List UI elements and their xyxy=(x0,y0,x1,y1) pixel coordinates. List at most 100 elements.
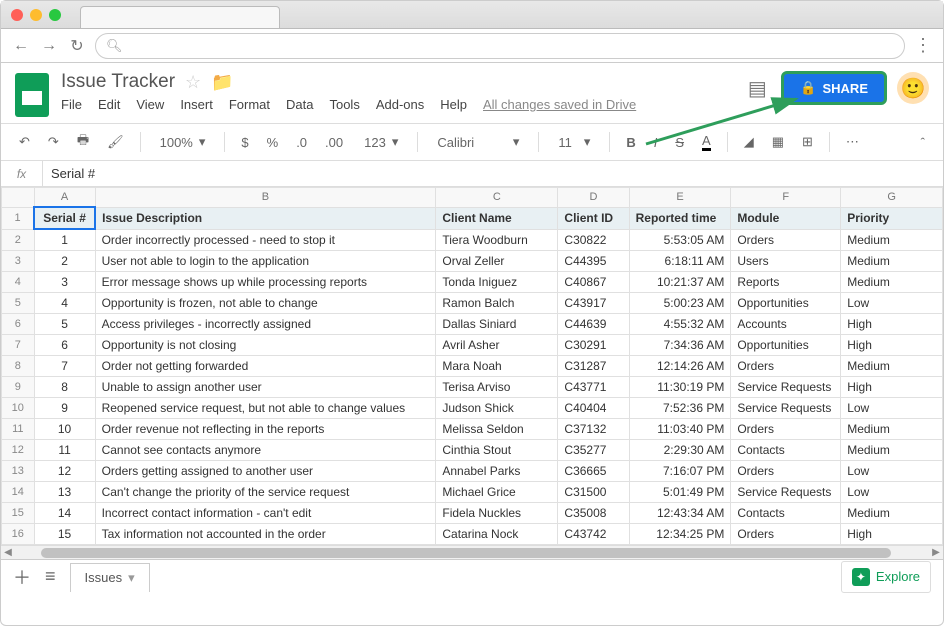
cell[interactable]: C36665 xyxy=(558,461,629,482)
row-header[interactable]: 1 xyxy=(2,207,35,229)
row-header[interactable]: 15 xyxy=(2,503,35,524)
sheet-tab[interactable]: Issues ▾ xyxy=(70,563,150,592)
cell[interactable]: Orders xyxy=(731,524,841,545)
row-header[interactable]: 16 xyxy=(2,524,35,545)
document-title[interactable]: Issue Tracker xyxy=(61,71,175,93)
col-header[interactable]: B xyxy=(95,188,436,208)
cell[interactable]: 9 xyxy=(34,398,95,419)
fill-color-button[interactable]: ◢ xyxy=(738,130,760,154)
cell[interactable]: 12:14:26 AM xyxy=(629,356,731,377)
cell[interactable]: Service Requests xyxy=(731,398,841,419)
cell[interactable]: C43917 xyxy=(558,293,629,314)
menu-edit[interactable]: Edit xyxy=(98,97,120,112)
cell[interactable]: C35277 xyxy=(558,440,629,461)
scrollbar-thumb[interactable] xyxy=(41,548,891,558)
cell[interactable]: Error message shows up while processing … xyxy=(95,272,436,293)
col-header[interactable]: D xyxy=(558,188,629,208)
decrease-decimal-button[interactable]: .0 xyxy=(290,131,313,154)
cell[interactable]: Serial # xyxy=(34,207,95,229)
menu-help[interactable]: Help xyxy=(440,97,467,112)
italic-button[interactable]: I xyxy=(648,131,664,154)
cell[interactable]: Can't change the priority of the service… xyxy=(95,482,436,503)
horizontal-scrollbar[interactable]: ◀ ▶ xyxy=(1,545,943,559)
cell[interactable]: C30822 xyxy=(558,229,629,251)
col-header[interactable]: C xyxy=(436,188,558,208)
menu-view[interactable]: View xyxy=(136,97,164,112)
menu-insert[interactable]: Insert xyxy=(180,97,213,112)
cell[interactable]: Medium xyxy=(841,419,943,440)
row-header[interactable]: 6 xyxy=(2,314,35,335)
cell[interactable]: Orders xyxy=(731,229,841,251)
cell[interactable]: Module xyxy=(731,207,841,229)
cell[interactable]: C43771 xyxy=(558,377,629,398)
cell[interactable]: Medium xyxy=(841,251,943,272)
cell[interactable]: Incorrect contact information - can't ed… xyxy=(95,503,436,524)
row-header[interactable]: 14 xyxy=(2,482,35,503)
scroll-left-arrow-icon[interactable]: ◀ xyxy=(1,546,15,560)
cell[interactable]: 1 xyxy=(34,229,95,251)
more-formats-dropdown[interactable]: 123▾ xyxy=(355,129,407,155)
cell[interactable]: 12:43:34 AM xyxy=(629,503,731,524)
paint-format-button[interactable]: 🖌 xyxy=(101,130,130,154)
more-tools-button[interactable]: ⋯ xyxy=(840,130,865,154)
cell[interactable]: C31500 xyxy=(558,482,629,503)
star-icon[interactable]: ☆ xyxy=(185,72,201,93)
row-header[interactable]: 2 xyxy=(2,229,35,251)
cell[interactable]: Orders getting assigned to another user xyxy=(95,461,436,482)
cell[interactable]: Terisa Arviso xyxy=(436,377,558,398)
cell[interactable]: Avril Asher xyxy=(436,335,558,356)
cell[interactable]: Client Name xyxy=(436,207,558,229)
cell[interactable]: 13 xyxy=(34,482,95,503)
cell[interactable]: Mara Noah xyxy=(436,356,558,377)
strikethrough-button[interactable]: S xyxy=(669,131,690,154)
back-button[interactable]: ← xyxy=(11,37,31,55)
menu-tools[interactable]: Tools xyxy=(329,97,359,112)
chevron-down-icon[interactable]: ▾ xyxy=(128,570,135,586)
row-header[interactable]: 9 xyxy=(2,377,35,398)
cell[interactable]: C44395 xyxy=(558,251,629,272)
row-header[interactable]: 4 xyxy=(2,272,35,293)
window-minimize-button[interactable] xyxy=(30,9,42,21)
cell[interactable]: C40867 xyxy=(558,272,629,293)
browser-menu-icon[interactable]: ⋮ xyxy=(913,35,933,56)
cell[interactable]: 14 xyxy=(34,503,95,524)
cell[interactable]: Opportunity is not closing xyxy=(95,335,436,356)
cell[interactable]: Tax information not accounted in the ord… xyxy=(95,524,436,545)
cell[interactable]: Orders xyxy=(731,356,841,377)
cell[interactable]: 4 xyxy=(34,293,95,314)
cell[interactable]: Opportunities xyxy=(731,335,841,356)
cell[interactable]: 6:18:11 AM xyxy=(629,251,731,272)
cell[interactable]: 8 xyxy=(34,377,95,398)
save-status[interactable]: All changes saved in Drive xyxy=(483,97,636,112)
cell[interactable]: Order not getting forwarded xyxy=(95,356,436,377)
sheets-logo-icon[interactable] xyxy=(15,73,49,117)
cell[interactable]: Cannot see contacts anymore xyxy=(95,440,436,461)
font-dropdown[interactable]: Calibri▾ xyxy=(428,129,528,155)
cell[interactable]: 11 xyxy=(34,440,95,461)
cell[interactable]: C37132 xyxy=(558,419,629,440)
cell[interactable]: 11:03:40 PM xyxy=(629,419,731,440)
cell[interactable]: Reports xyxy=(731,272,841,293)
cell[interactable]: Service Requests xyxy=(731,377,841,398)
cell[interactable]: 7:34:36 AM xyxy=(629,335,731,356)
cell[interactable]: 15 xyxy=(34,524,95,545)
cell[interactable]: Issue Description xyxy=(95,207,436,229)
row-header[interactable]: 10 xyxy=(2,398,35,419)
percent-button[interactable]: % xyxy=(261,131,285,154)
share-button[interactable]: 🔒 SHARE xyxy=(781,71,887,105)
cell[interactable]: Opportunity is frozen, not able to chang… xyxy=(95,293,436,314)
spreadsheet-grid[interactable]: A B C D E F G 1Serial #Issue Description… xyxy=(1,187,943,545)
cell[interactable]: High xyxy=(841,335,943,356)
cell[interactable]: Medium xyxy=(841,440,943,461)
cell[interactable]: Medium xyxy=(841,272,943,293)
cell[interactable]: 7 xyxy=(34,356,95,377)
cell[interactable]: 2 xyxy=(34,251,95,272)
cell[interactable]: Contacts xyxy=(731,440,841,461)
row-header[interactable]: 5 xyxy=(2,293,35,314)
browser-tab[interactable] xyxy=(80,6,280,28)
menu-data[interactable]: Data xyxy=(286,97,313,112)
undo-button[interactable]: ↶ xyxy=(13,130,36,154)
cell[interactable]: 10 xyxy=(34,419,95,440)
cell[interactable]: Access privileges - incorrectly assigned xyxy=(95,314,436,335)
collapse-toolbar-button[interactable]: ˆ xyxy=(915,131,931,154)
